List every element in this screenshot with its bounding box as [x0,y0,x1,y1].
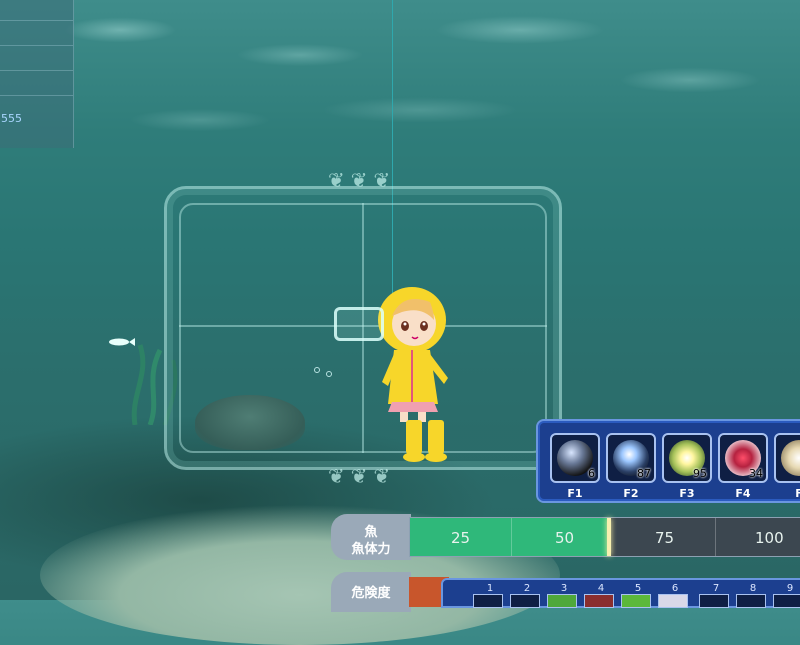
skill-panel: 6 F1 87 F2 95 F3 34 F4 F [536,419,800,503]
skill-slot-f2[interactable]: 87 [606,433,656,483]
catch-target-box [334,307,384,341]
skill-count: 95 [693,467,707,480]
stamina-marker [607,518,611,556]
hotbar-slot[interactable] [658,594,688,608]
danger-label-text: 危険度 [351,586,391,601]
frame-ornament-top: ❦❦❦ [327,168,397,192]
skill-key-label: F2 [623,487,639,500]
stamina-tick-label: 75 [655,529,675,547]
skill-slot-f5[interactable] [774,433,800,483]
raincoat-character [378,287,448,462]
bubble [326,371,332,377]
stamina-fill [410,518,609,556]
hotbar-number: 9 [786,583,794,594]
flower-orb-icon [781,440,800,476]
hotbar-number: 8 [749,583,757,594]
skill-count: 87 [637,467,651,480]
hotbar-number: 1 [486,583,494,594]
danger-label: 危険度 [331,572,411,612]
fish-stamina-label: 魚 魚体力 [331,514,411,560]
fish-stamina-bar: 25 50 75 100 [409,517,800,557]
fish-icon [109,338,135,346]
hotbar-number: 3 [560,583,568,594]
skill-count: 34 [749,467,763,480]
skill-key-label: F [795,487,800,500]
skill-slot-f1[interactable]: 6 [550,433,600,483]
skill-slot-f3[interactable]: 95 [662,433,712,483]
skill-key-label: F3 [679,487,695,500]
skill-key-label: F4 [735,487,751,500]
info-value: 555 [1,112,22,125]
hotbar-slot[interactable] [584,594,614,608]
hotbar-number: 6 [671,583,679,594]
frame-ornament-bottom: ❦❦❦ [327,464,397,488]
hotbar-number: 7 [712,583,720,594]
stamina-tick [511,518,512,556]
hotbar-slot[interactable] [510,594,540,608]
skill-key-label: F1 [567,487,583,500]
water-surface-caustics [0,0,800,160]
bubble [314,367,320,373]
skill-count: 6 [588,467,595,480]
stamina-label-line2: 魚体力 [351,542,391,557]
skill-slot-f4[interactable]: 34 [718,433,768,483]
hotbar-slot[interactable] [736,594,766,608]
stamina-tick-label: 25 [451,529,471,547]
hotbar-number: 2 [523,583,531,594]
stamina-tick [715,518,716,556]
stamina-tick-label: 50 [555,529,575,547]
hotbar-slot[interactable] [621,594,651,608]
info-panel: 555 [0,0,74,148]
hotbar-slot[interactable] [773,594,800,608]
hotbar-slot[interactable] [547,594,577,608]
hotbar-number: 4 [597,583,605,594]
hotbar-slot[interactable] [699,594,729,608]
hotbar-number: 5 [634,583,642,594]
stamina-tick-label: 100 [755,529,784,547]
hotbar-slot[interactable] [473,594,503,608]
hotbar: 1 2 3 4 5 6 7 8 9 [441,578,800,608]
